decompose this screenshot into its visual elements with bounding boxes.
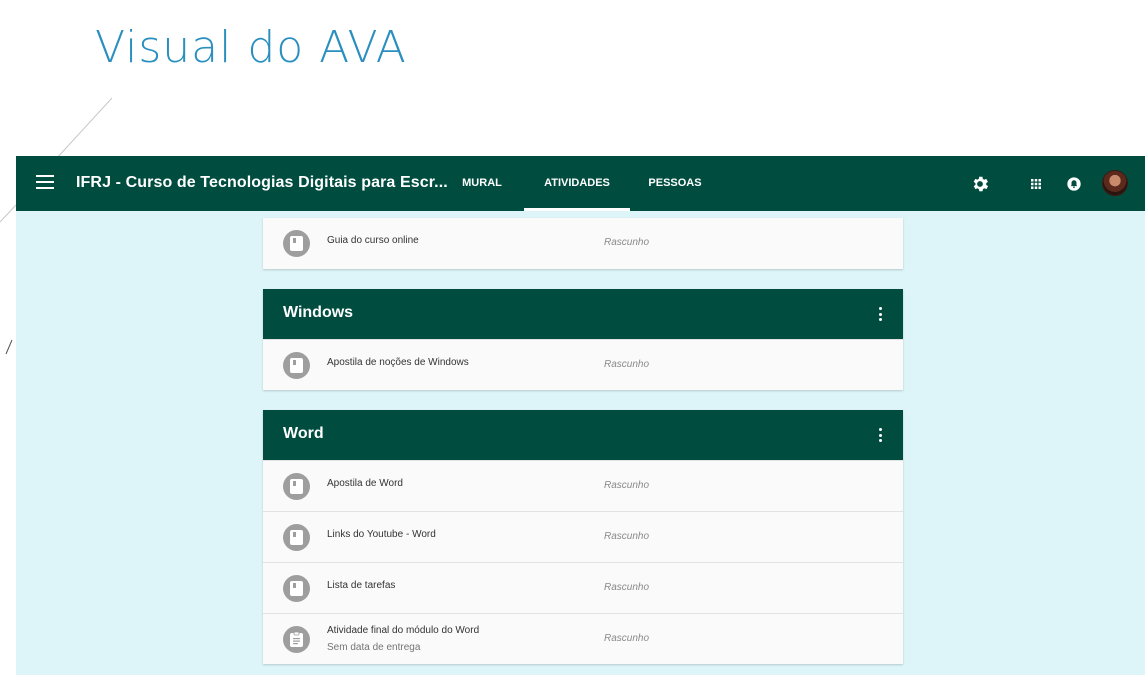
classroom-app: IFRJ - Curso de Tecnologias Digitais par… — [16, 156, 1145, 675]
item-title: Apostila de Word — [327, 478, 403, 489]
topic-title: Windows — [283, 304, 354, 321]
item-title: Guia do curso online — [327, 235, 419, 246]
slide-title: Visual do AVA — [95, 22, 407, 73]
list-item[interactable]: Apostila de Word Rascunho — [263, 460, 903, 511]
status-badge: Rascunho — [604, 531, 650, 542]
item-title: Lista de tarefas — [327, 580, 396, 591]
tab-atividades[interactable]: ATIVIDADES — [524, 156, 630, 211]
list-item[interactable]: Guia do curso online Rascunho — [263, 218, 903, 269]
list-item[interactable]: Apostila de noções de Windows Rascunho — [263, 339, 903, 390]
loose-items-card: Guia do curso online Rascunho — [263, 218, 903, 269]
status-badge: Rascunho — [604, 237, 650, 248]
material-icon — [283, 575, 310, 602]
topic-title: Word — [283, 425, 324, 442]
material-icon — [283, 230, 310, 257]
list-item[interactable]: Atividade final do módulo do Word Sem da… — [263, 613, 903, 664]
more-options-icon[interactable] — [879, 307, 883, 321]
status-badge: Rascunho — [604, 359, 650, 370]
tab-pessoas[interactable]: PESSOAS — [641, 156, 709, 211]
item-title: Atividade final do módulo do Word — [327, 625, 480, 636]
topic-header: Word — [263, 410, 903, 460]
list-item[interactable]: Lista de tarefas Rascunho — [263, 562, 903, 613]
material-icon — [283, 524, 310, 551]
due-date-text: Sem data de entrega — [327, 642, 421, 653]
status-badge: Rascunho — [604, 582, 650, 593]
topic-word: Word Apostila de Word Rascunho Links do … — [263, 410, 903, 664]
material-icon — [283, 473, 310, 500]
assignment-icon — [283, 626, 310, 653]
gear-icon[interactable] — [970, 174, 990, 194]
material-icon — [283, 352, 310, 379]
status-badge: Rascunho — [604, 633, 650, 644]
topic-header: Windows — [263, 289, 903, 339]
status-badge: Rascunho — [604, 480, 650, 491]
apps-grid-icon[interactable] — [1026, 174, 1046, 194]
list-item[interactable]: Links do Youtube - Word Rascunho — [263, 511, 903, 562]
tab-mural[interactable]: MURAL — [452, 156, 512, 211]
course-title[interactable]: IFRJ - Curso de Tecnologias Digitais par… — [76, 174, 448, 192]
top-app-bar: IFRJ - Curso de Tecnologias Digitais par… — [16, 156, 1145, 211]
item-title: Links do Youtube - Word — [327, 529, 436, 540]
item-title: Apostila de noções de Windows — [327, 357, 469, 368]
avatar[interactable] — [1102, 170, 1128, 196]
menu-icon[interactable] — [36, 175, 54, 191]
topic-windows: Windows Apostila de noções de Windows Ra… — [263, 289, 903, 390]
more-options-icon[interactable] — [879, 428, 883, 442]
notification-icon[interactable] — [1064, 174, 1084, 194]
